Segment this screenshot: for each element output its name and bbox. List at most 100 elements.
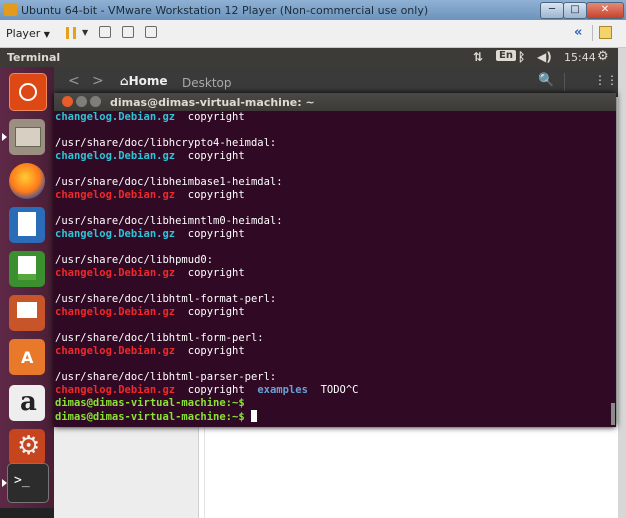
keyboard-layout-indicator[interactable]: En bbox=[496, 50, 516, 61]
file-list-line: changelog.Debian.gz copyright bbox=[55, 189, 603, 202]
files-icon[interactable] bbox=[9, 119, 45, 155]
terminal-window[interactable]: dimas@dimas-virtual-machine: ~ changelog… bbox=[54, 93, 616, 427]
directory-line: /usr/share/doc/libhtml-format-perl: bbox=[55, 293, 603, 306]
file-name: changelog.Debian.gz bbox=[55, 345, 176, 357]
maximize-icon[interactable] bbox=[90, 96, 101, 107]
file-name: changelog.Debian.gz bbox=[55, 189, 176, 201]
running-indicator bbox=[2, 133, 7, 141]
directory-line: /usr/share/doc/libheimntlm0-heimdal: bbox=[55, 215, 603, 228]
directory-path: /usr/share/doc/libheimbase1-heimdal: bbox=[55, 176, 283, 188]
panel-app-title: Terminal bbox=[7, 51, 61, 64]
file-name: copyright bbox=[187, 306, 245, 318]
file-name: copyright bbox=[187, 345, 245, 357]
close-icon[interactable] bbox=[62, 96, 73, 107]
file-name: changelog.Debian.gz bbox=[55, 384, 176, 396]
terminal-title: dimas@dimas-virtual-machine: ~ bbox=[110, 96, 315, 109]
network-icon[interactable]: ⇅ bbox=[473, 50, 483, 64]
clock[interactable]: 15:44 bbox=[564, 51, 596, 64]
back-icon[interactable]: « bbox=[574, 25, 582, 40]
file-list-line: changelog.Debian.gz copyright bbox=[55, 111, 603, 124]
gear-icon[interactable]: ⚙ bbox=[597, 49, 609, 64]
file-list-line: changelog.Debian.gz copyright bbox=[55, 306, 603, 319]
file-name: changelog.Debian.gz bbox=[55, 111, 176, 123]
toolbar-divider bbox=[564, 73, 565, 91]
prompt-line: dimas@dimas-virtual-machine:~$ bbox=[55, 410, 603, 423]
fit-guest-icon[interactable] bbox=[122, 26, 134, 38]
firefox-icon[interactable] bbox=[9, 163, 45, 199]
directory-line: /usr/share/doc/libhtml-form-perl: bbox=[55, 332, 603, 345]
search-icon[interactable]: 🔍 bbox=[538, 73, 554, 88]
player-menu[interactable]: Player ▼ bbox=[6, 27, 50, 40]
file-name: changelog.Debian.gz bbox=[55, 228, 176, 240]
directory-path: /usr/share/doc/libhpmud0: bbox=[55, 254, 214, 266]
system-settings-icon[interactable] bbox=[9, 429, 45, 465]
libreoffice-impress-icon[interactable] bbox=[9, 295, 45, 331]
file-name: changelog.Debian.gz bbox=[55, 267, 176, 279]
file-list-line: changelog.Debian.gz copyright bbox=[55, 345, 603, 358]
text-cursor bbox=[250, 410, 257, 422]
back-button[interactable]: < bbox=[68, 73, 80, 89]
bluetooth-icon[interactable]: ᛒ bbox=[518, 50, 525, 64]
directory-path: /usr/share/doc/libheimntlm0-heimdal: bbox=[55, 215, 283, 227]
vmware-titlebar: Ubuntu 64-bit - VMware Workstation 12 Pl… bbox=[0, 0, 626, 20]
file-list-line: changelog.Debian.gz copyright bbox=[55, 267, 603, 280]
scrollbar[interactable] bbox=[611, 403, 615, 425]
ubuntu-top-panel: Terminal ⇅ En ᛒ ◀) 15:44 ⚙ bbox=[0, 48, 618, 67]
send-ctrl-alt-del-icon[interactable] bbox=[99, 26, 111, 38]
directory-line: /usr/share/doc/libhtml-parser-perl: bbox=[55, 371, 603, 384]
prompt-line: dimas@dimas-virtual-machine:~$ bbox=[55, 397, 603, 410]
directory-path: /usr/share/doc/libhtml-parser-perl: bbox=[55, 371, 277, 383]
breadcrumb-home[interactable]: ⌂Home bbox=[120, 74, 168, 88]
unity-mode-icon[interactable] bbox=[145, 26, 157, 38]
file-name: copyright bbox=[187, 228, 245, 240]
window-title: Ubuntu 64-bit - VMware Workstation 12 Pl… bbox=[21, 4, 429, 17]
directory-path: /usr/share/doc/libhcrypto4-heimdal: bbox=[55, 137, 277, 149]
volume-icon[interactable]: ◀) bbox=[537, 50, 552, 64]
libreoffice-writer-icon[interactable] bbox=[9, 207, 45, 243]
minimize-button[interactable]: ─ bbox=[540, 2, 564, 19]
unity-launcher bbox=[0, 67, 54, 518]
forward-button[interactable]: > bbox=[92, 73, 104, 89]
file-name: copyright bbox=[187, 150, 245, 162]
file-list-line: changelog.Debian.gz copyright bbox=[55, 150, 603, 163]
toolbar-divider bbox=[592, 25, 593, 41]
maximize-button[interactable]: □ bbox=[563, 2, 587, 19]
chevron-down-icon: ▼ bbox=[43, 30, 50, 39]
running-indicator bbox=[2, 479, 7, 487]
vmware-toolbar: Player ▼ ▼ « bbox=[0, 20, 626, 48]
file-name: examples bbox=[257, 384, 308, 396]
minimize-icon[interactable] bbox=[76, 96, 87, 107]
chevron-down-icon[interactable]: ▼ bbox=[82, 28, 88, 37]
close-button[interactable]: ✕ bbox=[586, 2, 624, 19]
file-name: copyright bbox=[187, 384, 245, 396]
directory-path: /usr/share/doc/libhtml-format-perl: bbox=[55, 293, 277, 305]
terminal-output[interactable]: changelog.Debian.gz copyright/usr/share/… bbox=[55, 111, 603, 427]
libreoffice-calc-icon[interactable] bbox=[9, 251, 45, 287]
terminal-titlebar[interactable]: dimas@dimas-virtual-machine: ~ bbox=[54, 93, 616, 111]
file-name: TODO^C bbox=[320, 384, 359, 396]
directory-line: /usr/share/doc/libhpmud0: bbox=[55, 254, 603, 267]
player-menu-label: Player bbox=[6, 27, 41, 40]
directory-line: /usr/share/doc/libhcrypto4-heimdal: bbox=[55, 137, 603, 150]
dash-icon[interactable] bbox=[9, 73, 47, 111]
vm-frame-edge bbox=[618, 48, 626, 518]
software-center-icon[interactable] bbox=[9, 339, 45, 375]
view-grid-icon[interactable]: ⋮⋮ bbox=[594, 73, 618, 87]
amazon-icon[interactable] bbox=[9, 385, 45, 421]
file-list-line: changelog.Debian.gz copyright bbox=[55, 228, 603, 241]
pause-icon[interactable] bbox=[66, 27, 76, 39]
launcher-trash-area bbox=[0, 508, 54, 518]
notes-icon[interactable] bbox=[599, 26, 612, 39]
terminal-icon[interactable] bbox=[7, 463, 49, 503]
shell-prompt: dimas@dimas-virtual-machine:~$ bbox=[55, 411, 245, 423]
directory-line: /usr/share/doc/libheimbase1-heimdal: bbox=[55, 176, 603, 189]
breadcrumb-desktop[interactable]: Desktop bbox=[182, 76, 232, 90]
file-name: changelog.Debian.gz bbox=[55, 306, 176, 318]
